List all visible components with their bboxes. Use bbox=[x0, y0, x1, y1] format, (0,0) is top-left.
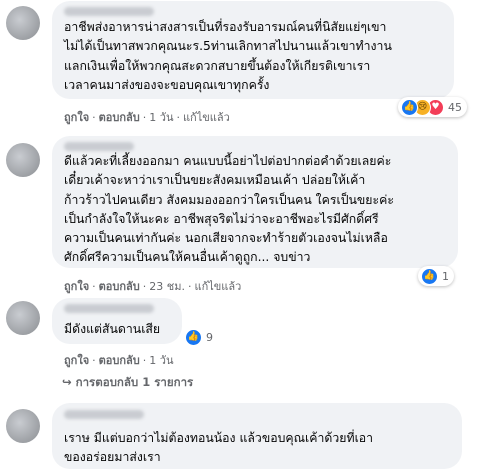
like-icon: 👍 bbox=[421, 267, 438, 285]
like-icon: 👍 bbox=[185, 328, 202, 346]
comment-actions: ถูกใจ · ตอบกลับ · 23 ชม. · แก้ไขแล้ว bbox=[64, 280, 242, 293]
comment-actions: ถูกใจ · ตอบกลับ · 1 วัน bbox=[64, 354, 174, 367]
comment-text: ดีแล้วคะที่เลี้ยงออกมา คนแบบนี้อย่าไปต่อ… bbox=[64, 154, 394, 265]
reaction-count: 45 bbox=[448, 100, 462, 114]
avatar[interactable] bbox=[6, 6, 40, 40]
commenter-name[interactable] bbox=[64, 142, 134, 151]
like-icon: 👍 bbox=[401, 98, 418, 116]
reply-button[interactable]: ตอบกลับ bbox=[99, 354, 140, 367]
comment-text: อาชีพส่งอาหารน่าสงสารเป็นที่รองรับอารมณ์… bbox=[64, 20, 392, 92]
comment-bubble: ดีแล้วคะที่เลี้ยงออกมา คนแบบนี้อย่าไปต่อ… bbox=[52, 136, 458, 268]
reaction-summary[interactable]: 👍 😢 ♥ 45 bbox=[398, 97, 467, 117]
avatar[interactable] bbox=[6, 409, 40, 443]
reaction-summary[interactable]: 👍 9 bbox=[182, 327, 218, 347]
comment-bubble: เราษ มีแต่บอกว่าไม่ต้องทอนน้อง แล้วขอบคุ… bbox=[52, 403, 462, 469]
reaction-count: 1 bbox=[442, 269, 449, 283]
comment-bubble: มีดังแต่สันดานเสีย bbox=[52, 298, 182, 344]
like-button[interactable]: ถูกใจ bbox=[64, 354, 89, 367]
comment-actions: ถูกใจ · ตอบกลับ · 1 วัน · แก้ไขแล้ว bbox=[64, 111, 230, 124]
comment-text: เราษ มีแต่บอกว่าไม่ต้องทอนน้อง แล้วขอบคุ… bbox=[64, 431, 374, 465]
commenter-name[interactable] bbox=[64, 7, 154, 16]
reaction-count: 9 bbox=[206, 330, 213, 344]
timestamp[interactable]: 23 ชม. bbox=[149, 280, 185, 293]
edited-label: แก้ไขแล้ว bbox=[182, 111, 230, 124]
avatar[interactable] bbox=[6, 143, 40, 177]
view-replies-link[interactable]: ↪ การตอบกลับ 1 รายการ bbox=[62, 374, 193, 392]
timestamp[interactable]: 1 วัน bbox=[149, 354, 173, 367]
reply-button[interactable]: ตอบกลับ bbox=[99, 280, 140, 293]
commenter-name[interactable] bbox=[64, 410, 144, 419]
commenter-name[interactable] bbox=[64, 304, 154, 313]
avatar[interactable] bbox=[6, 301, 40, 335]
like-button[interactable]: ถูกใจ bbox=[64, 111, 89, 124]
edited-label: แก้ไขแล้ว bbox=[194, 280, 242, 293]
comment-bubble: อาชีพส่งอาหารน่าสงสารเป็นที่รองรับอารมณ์… bbox=[52, 1, 454, 99]
reaction-summary[interactable]: 👍 1 bbox=[418, 266, 454, 286]
timestamp[interactable]: 1 วัน bbox=[149, 111, 173, 124]
reply-button[interactable]: ตอบกลับ bbox=[99, 111, 140, 124]
like-button[interactable]: ถูกใจ bbox=[64, 280, 89, 293]
comment-text: มีดังแต่สันดานเสีย bbox=[64, 322, 161, 336]
